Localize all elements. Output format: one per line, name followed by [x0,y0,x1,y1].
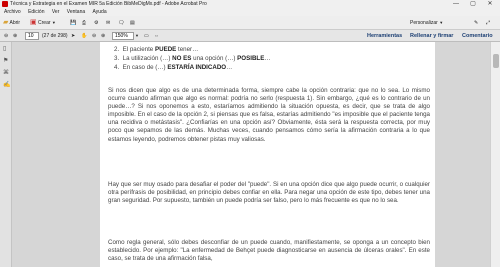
hand-tool-icon[interactable]: ✋ [81,32,87,40]
main-toolbar: ▰ Abrir ▣ Crear ▼ 💾 ⎙ ⚙ ✉ 🗨 ▤ Personaliz… [0,16,500,30]
scrollbar-thumb[interactable] [493,54,499,68]
list-item: 2. El paciente PUEDE tener… [114,46,199,53]
comment-tab[interactable]: Comentario [462,30,493,42]
close-button[interactable]: ✕ [482,0,498,8]
navigation-toolbar: ⊖ ⊕ 10 (27 de 298) ➤ ✋ ⊖ ⊕ 150% ▼ ▭ ⇔ He… [0,30,500,42]
document-page: 2. El paciente PUEDE tener… 3. La utiliz… [100,42,435,267]
create-pdf-icon: ▣ [30,19,37,26]
page-count: (27 de 298) [42,33,68,39]
menu-bar: Archivo Edición Ver Ventana Ayuda [0,8,500,16]
open-button[interactable]: ▰ Abrir [3,18,20,28]
customize-dropdown[interactable]: Personalizar ▼ [410,18,443,28]
menu-edicion[interactable]: Edición [28,9,44,15]
create-button[interactable]: ▣ Crear ▼ [30,18,56,28]
select-cursor-icon[interactable]: ➤ [71,32,75,40]
settings-icon[interactable]: ⚙ [94,18,98,28]
email-icon[interactable]: ✉ [106,18,110,28]
folder-icon: ▰ [3,19,9,26]
maximize-button[interactable]: ▢ [465,0,481,8]
fit-page-icon[interactable]: ▭ [144,32,149,40]
fill-and-sign-tab[interactable]: Rellenar y firmar [410,30,453,42]
page-thumbnails-icon[interactable]: ▯ [3,46,9,53]
minimize-button[interactable]: — [448,0,464,8]
list-item: 4. En caso de (…) ESTARÍA INDICADO… [114,64,233,71]
paragraph-3: Como regla general, sólo debes desconfia… [108,239,430,263]
previous-page-icon[interactable]: ⊖ [4,32,8,40]
menu-archivo[interactable]: Archivo [4,9,21,15]
comment-icon[interactable]: 🗨 [118,18,124,28]
paragraph-2: Hay que ser muy osado para desafiar el p… [108,181,430,205]
chevron-down-icon: ▼ [51,20,56,25]
chevron-down-icon[interactable]: ▼ [135,32,139,40]
window-title: Técnica y Estrategia en el Examen MIR 5a… [10,1,207,7]
save-icon[interactable]: 💾 [70,18,76,28]
zoom-in-icon[interactable]: ⊕ [101,32,105,40]
fit-width-icon[interactable]: ⇔ [154,32,159,40]
menu-ventana[interactable]: Ventana [67,9,85,15]
expand-icon[interactable]: ⤢ [486,18,490,28]
next-page-icon[interactable]: ⊕ [13,32,17,40]
print-icon[interactable]: ⎙ [82,18,86,28]
title-bar: Técnica y Estrategia en el Examen MIR 5a… [0,0,500,8]
tools-tab[interactable]: Herramientas [367,30,402,42]
acrobat-app-icon [2,1,8,7]
document-icon[interactable]: ▤ [130,18,135,28]
attachment-icon[interactable]: ⌘ [3,70,9,77]
page-number-input[interactable]: 10 [25,32,39,40]
list-item: 3. La utilización (…) NO ES una opción (… [114,55,271,62]
edit-icon[interactable]: ✎ [474,18,478,28]
zoom-level-input[interactable]: 150% [112,32,134,40]
navigation-pane: ▯ ⚑ ⌘ ✍ [0,42,12,267]
menu-ver[interactable]: Ver [52,9,60,15]
vertical-scrollbar[interactable] [490,42,500,267]
chevron-down-icon: ▼ [439,20,444,25]
paragraph-1: Si nos dicen que algo es de una determin… [108,87,430,143]
menu-ayuda[interactable]: Ayuda [93,9,107,15]
zoom-out-icon[interactable]: ⊖ [92,32,96,40]
signature-icon[interactable]: ✍ [3,82,10,89]
bookmark-icon[interactable]: ⚑ [3,58,9,65]
